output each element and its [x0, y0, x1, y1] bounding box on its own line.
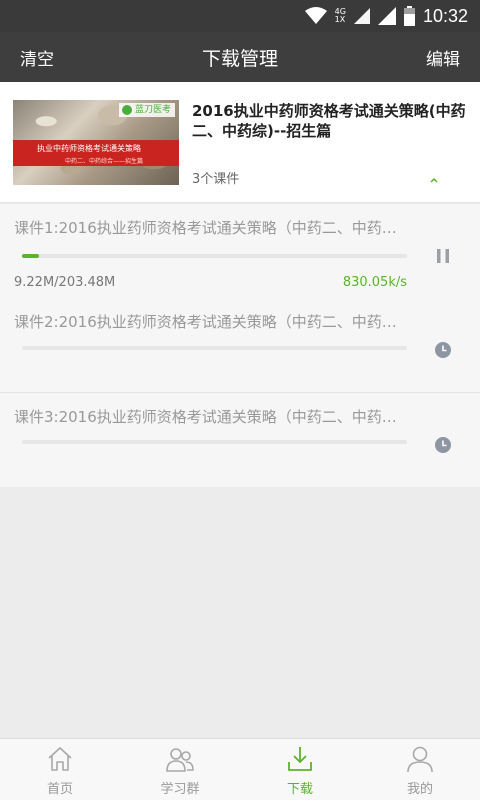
- brand-logo: 蓝刀医考: [118, 103, 175, 117]
- app-bar: 清空 下载管理 编辑: [0, 32, 480, 82]
- lesson-title: 课件2:2016执业药师资格考试通关策略（中药二、中药综）--招生篇: [14, 313, 410, 331]
- lesson-title: 课件3:2016执业药师资格考试通关策略（中药二、中药综）--招生篇: [14, 408, 410, 426]
- signal-icon: [377, 7, 396, 25]
- banner-subtitle: 中药二、中药综合——招生篇: [65, 158, 144, 165]
- home-icon: [48, 747, 72, 771]
- signal-icon: [353, 8, 370, 24]
- clock-icon[interactable]: [434, 341, 452, 359]
- progress-track: [22, 254, 407, 258]
- download-icon: [288, 747, 312, 771]
- nav-profile-label: 我的: [406, 782, 433, 797]
- wifi-icon: [304, 7, 327, 24]
- nav-profile[interactable]: 我的: [360, 739, 480, 800]
- banner-title: 执业中药师资格考试通关策略: [37, 144, 141, 153]
- nav-home[interactable]: 首页: [0, 739, 120, 800]
- lesson-count: 3个课件: [192, 172, 240, 187]
- edit-button[interactable]: 编辑: [426, 45, 460, 70]
- nav-study-group[interactable]: 学习群: [120, 739, 240, 800]
- download-speed: 830.05k/s: [342, 275, 407, 290]
- bottom-nav: 首页 学习群 下载 我的: [0, 738, 480, 800]
- clock-icon[interactable]: [434, 436, 452, 454]
- nav-home-label: 首页: [46, 782, 73, 797]
- empty-area: [0, 487, 480, 738]
- lesson-title: 课件1:2016执业药师资格考试通关策略（中药二、中药综）--招生篇: [14, 219, 410, 237]
- nav-study-group-label: 学习群: [160, 782, 200, 797]
- group-icon: [166, 748, 194, 772]
- lesson-item[interactable]: 课件2:2016执业药师资格考试通关策略（中药二、中药综）--招生篇: [0, 298, 480, 393]
- status-time: 10:32: [422, 5, 468, 26]
- course-card[interactable]: 蓝刀医考 执业中药师资格考试通关策略 中药二、中药综合——招生篇 2016执业中…: [0, 82, 480, 203]
- network-bottom-label: 1X: [334, 15, 346, 24]
- logo-text: 蓝刀医考: [134, 105, 171, 115]
- lesson-item[interactable]: 课件3:2016执业药师资格考试通关策略（中药二、中药综）--招生篇: [0, 393, 480, 488]
- progress-track: [22, 346, 407, 350]
- progress-fill: [22, 254, 40, 258]
- status-bar: 4G 1X 10:32: [0, 0, 480, 32]
- profile-icon: [407, 746, 433, 773]
- course-thumbnail: 蓝刀医考 执业中药师资格考试通关策略 中药二、中药综合——招生篇: [13, 100, 179, 185]
- network-type-label: 4G 1X: [335, 8, 346, 24]
- battery-icon: [403, 6, 415, 26]
- page-title: 下载管理: [201, 48, 278, 70]
- lesson-item[interactable]: 课件1:2016执业药师资格考试通关策略（中药二、中药综）--招生篇 9.22M…: [0, 204, 480, 299]
- chevron-up-icon[interactable]: [428, 175, 440, 185]
- download-size: 9.22M/203.48M: [14, 275, 116, 290]
- pause-icon[interactable]: [434, 247, 452, 265]
- heart-icon: [121, 105, 132, 115]
- nav-download-label: 下载: [286, 782, 313, 797]
- progress-track: [22, 440, 407, 444]
- course-title: 2016执业中药师资格考试通关策略(中药二、中药综)--招生篇: [192, 102, 466, 140]
- nav-download[interactable]: 下载: [240, 739, 360, 800]
